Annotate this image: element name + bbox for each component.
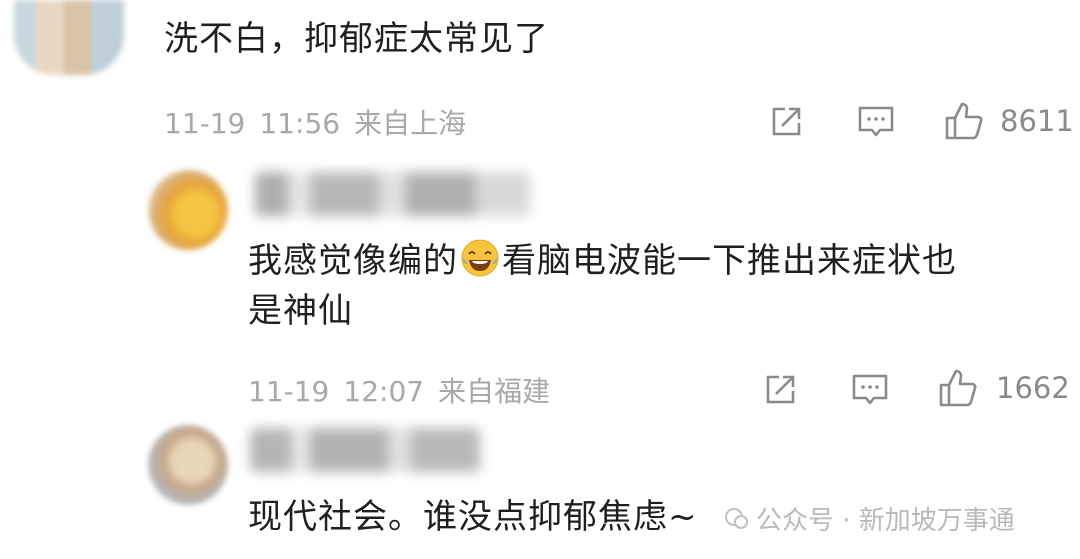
comment-time: 12:07 bbox=[343, 375, 425, 408]
comment-text: 现代社会。谁没点抑郁焦虑~ bbox=[248, 497, 698, 537]
username-blurred[interactable] bbox=[250, 428, 480, 472]
thumbs-up-icon[interactable] bbox=[942, 99, 986, 143]
comment-date: 11-19 bbox=[164, 107, 246, 140]
comment-meta: 11-19 11:56 来自上海 bbox=[164, 102, 480, 142]
comment-text: 我感觉像编的 看脑电波能一下推出来症状也 是神仙 bbox=[248, 236, 1068, 336]
share-icon[interactable] bbox=[766, 102, 806, 142]
comment-icon[interactable] bbox=[850, 370, 890, 410]
comment-date: 11-19 bbox=[248, 375, 330, 408]
thumbs-up-icon[interactable] bbox=[936, 366, 980, 410]
like-count: 1662 bbox=[996, 371, 1070, 405]
comment-icon[interactable] bbox=[856, 102, 896, 142]
avatar[interactable] bbox=[148, 170, 228, 250]
laughing-tears-emoji bbox=[460, 238, 500, 278]
wechat-icon bbox=[724, 506, 750, 532]
username-blurred[interactable] bbox=[255, 172, 530, 216]
avatar[interactable] bbox=[148, 425, 228, 505]
comment-time: 11:56 bbox=[259, 107, 341, 140]
comment-location: 来自福建 bbox=[438, 375, 551, 408]
comment-meta: 11-19 12:07 来自福建 bbox=[248, 370, 564, 410]
watermark: 公众号 · 新加坡万事通 bbox=[724, 500, 1015, 537]
comment-text: 洗不白，抑郁症太常见了 bbox=[164, 19, 549, 59]
watermark-label: 公众号 · 新加坡万事通 bbox=[756, 506, 1015, 536]
avatar[interactable] bbox=[14, 0, 124, 75]
share-icon[interactable] bbox=[760, 370, 800, 410]
comment-location: 来自上海 bbox=[354, 107, 467, 140]
like-count: 8611 bbox=[1000, 104, 1074, 138]
